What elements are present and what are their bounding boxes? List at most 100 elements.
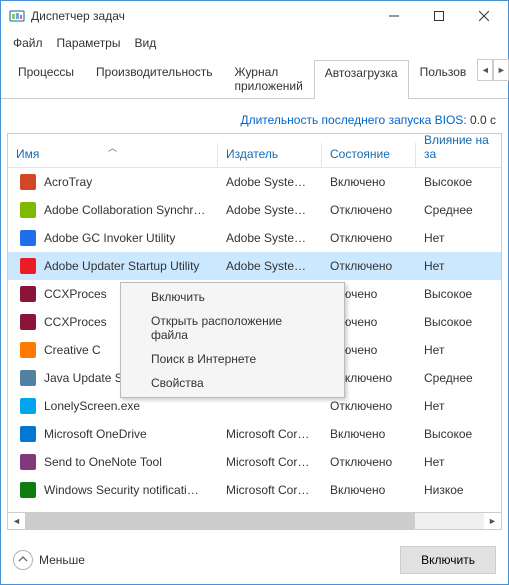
minimize-button[interactable] bbox=[371, 2, 416, 31]
cm-properties[interactable]: Свойства bbox=[123, 371, 342, 395]
menu-options[interactable]: Параметры bbox=[51, 33, 127, 53]
titlebar[interactable]: Диспетчер задач bbox=[1, 1, 508, 31]
table-row[interactable]: Windows Security notificati… Microsoft Co… bbox=[8, 476, 501, 504]
cell-name: Microsoft OneDrive bbox=[8, 426, 218, 442]
app-row-icon bbox=[20, 314, 36, 330]
window-buttons bbox=[371, 2, 506, 31]
bios-value: 0.0 с bbox=[470, 113, 496, 127]
cm-enable[interactable]: Включить bbox=[123, 285, 342, 309]
app-row-icon bbox=[20, 286, 36, 302]
col-status[interactable]: Состояние bbox=[322, 143, 416, 167]
cell-impact: Нет bbox=[416, 455, 501, 469]
maximize-button[interactable] bbox=[416, 2, 461, 31]
app-row-icon bbox=[20, 230, 36, 246]
scroll-track[interactable] bbox=[25, 513, 484, 529]
cell-publisher: Adobe Systems I… bbox=[218, 203, 322, 217]
row-name-text: Adobe GC Invoker Utility bbox=[44, 231, 175, 245]
app-row-icon bbox=[20, 342, 36, 358]
cell-impact: Высокое bbox=[416, 287, 501, 301]
col-name[interactable]: ︿ Имя bbox=[8, 143, 218, 167]
tabstrip: Процессы Производительность Журнал прило… bbox=[1, 55, 508, 99]
horizontal-scrollbar[interactable]: ◄ ► bbox=[7, 513, 502, 530]
cell-impact: Нет bbox=[416, 343, 501, 357]
row-name-text: Adobe Collaboration Synchr… bbox=[44, 203, 205, 217]
app-row-icon bbox=[20, 454, 36, 470]
table-row[interactable]: Adobe Updater Startup UtilityAdobe Syste… bbox=[8, 252, 501, 280]
scroll-right-icon[interactable]: ► bbox=[484, 513, 501, 529]
cell-status: Отключено bbox=[322, 203, 416, 217]
cell-publisher: Adobe Systems I… bbox=[218, 175, 322, 189]
table-row[interactable]: Adobe Collaboration Synchr… Adobe Systems… bbox=[8, 196, 501, 224]
table-header: ︿ Имя Издатель Состояние Влияние на за bbox=[8, 134, 501, 168]
cell-name: Adobe GC Invoker Utility bbox=[8, 230, 218, 246]
row-name-text: Windows Security notificati… bbox=[44, 483, 199, 497]
chevron-up-icon bbox=[13, 550, 33, 570]
cell-publisher: Microsoft Corpo… bbox=[218, 455, 322, 469]
cell-publisher: Microsoft Corpo… bbox=[218, 427, 322, 441]
cell-impact: Среднее bbox=[416, 371, 501, 385]
cell-impact: Низкое bbox=[416, 483, 501, 497]
tab-processes[interactable]: Процессы bbox=[7, 59, 85, 98]
cell-publisher: Adobe Systems I… bbox=[218, 259, 322, 273]
app-row-icon bbox=[20, 482, 36, 498]
cell-publisher: Microsoft Corpo… bbox=[218, 483, 322, 497]
cell-status: Включено bbox=[322, 483, 416, 497]
startup-table: ︿ Имя Издатель Состояние Влияние на за A… bbox=[7, 133, 502, 513]
app-row-icon bbox=[20, 202, 36, 218]
cell-status: Отключено bbox=[322, 259, 416, 273]
fewer-details[interactable]: Меньше bbox=[13, 550, 85, 570]
content: Длительность последнего запуска BIOS: 0.… bbox=[1, 99, 508, 536]
menubar: Файл Параметры Вид bbox=[1, 31, 508, 55]
app-row-icon bbox=[20, 174, 36, 190]
cell-name: Windows Security notificati… bbox=[8, 482, 218, 498]
table-row[interactable]: AcroTrayAdobe Systems I…ВключеноВысокое bbox=[8, 168, 501, 196]
app-row-icon bbox=[20, 426, 36, 442]
cell-status: Включено bbox=[322, 175, 416, 189]
close-button[interactable] bbox=[461, 2, 506, 31]
row-name-text: Creative C bbox=[44, 343, 101, 357]
cell-impact: Высокое bbox=[416, 175, 501, 189]
task-manager-window: Диспетчер задач Файл Параметры Вид Проце… bbox=[0, 0, 509, 585]
cell-publisher: Adobe Systems, … bbox=[218, 231, 322, 245]
tab-scroll-right[interactable]: ► bbox=[493, 59, 509, 81]
menu-view[interactable]: Вид bbox=[128, 33, 162, 53]
row-name-text: Send to OneNote Tool bbox=[44, 455, 162, 469]
window-title: Диспетчер задач bbox=[31, 9, 371, 23]
tab-scroll: ◄ ► bbox=[477, 59, 509, 98]
app-row-icon bbox=[20, 398, 36, 414]
tab-startup[interactable]: Автозагрузка bbox=[314, 60, 409, 99]
row-name-text: Microsoft OneDrive bbox=[44, 427, 147, 441]
bios-label[interactable]: Длительность последнего запуска BIOS: bbox=[240, 113, 466, 127]
bios-info: Длительность последнего запуска BIOS: 0.… bbox=[7, 105, 502, 133]
cell-name: Send to OneNote Tool bbox=[8, 454, 218, 470]
table-row[interactable]: Microsoft OneDrive Microsoft Corpo…Включе… bbox=[8, 420, 501, 448]
cm-search-online[interactable]: Поиск в Интернете bbox=[123, 347, 342, 371]
tab-app-history[interactable]: Журнал приложений bbox=[224, 59, 314, 98]
cell-impact: Нет bbox=[416, 259, 501, 273]
cell-status: Включено bbox=[322, 427, 416, 441]
context-menu: Включить Открыть расположение файла Поис… bbox=[120, 282, 345, 398]
cell-status: Отключено bbox=[322, 399, 416, 413]
tab-performance[interactable]: Производительность bbox=[85, 59, 223, 98]
menu-file[interactable]: Файл bbox=[7, 33, 49, 53]
cell-status: Отключено bbox=[322, 455, 416, 469]
cell-name: LonelyScreen.exe bbox=[8, 398, 218, 414]
cell-status: Отключено bbox=[322, 231, 416, 245]
col-impact[interactable]: Влияние на за bbox=[416, 133, 501, 167]
cm-open-location[interactable]: Открыть расположение файла bbox=[123, 309, 342, 347]
enable-button[interactable]: Включить bbox=[400, 546, 496, 574]
app-icon bbox=[9, 8, 25, 24]
app-row-icon bbox=[20, 370, 36, 386]
cell-name: Adobe Collaboration Synchr… bbox=[8, 202, 218, 218]
table-row[interactable]: Adobe GC Invoker Utility Adobe Systems, …… bbox=[8, 224, 501, 252]
row-name-text: LonelyScreen.exe bbox=[44, 399, 140, 413]
tab-scroll-left[interactable]: ◄ bbox=[477, 59, 493, 81]
sort-indicator-icon: ︿ bbox=[108, 141, 117, 154]
table-row[interactable]: Send to OneNote Tool Microsoft Corpo…Откл… bbox=[8, 448, 501, 476]
scroll-thumb[interactable] bbox=[25, 513, 415, 529]
col-publisher[interactable]: Издатель bbox=[218, 143, 322, 167]
cell-name: Adobe Updater Startup Utility bbox=[8, 258, 218, 274]
app-row-icon bbox=[20, 258, 36, 274]
tab-users[interactable]: Пользов bbox=[409, 59, 478, 98]
scroll-left-icon[interactable]: ◄ bbox=[8, 513, 25, 529]
